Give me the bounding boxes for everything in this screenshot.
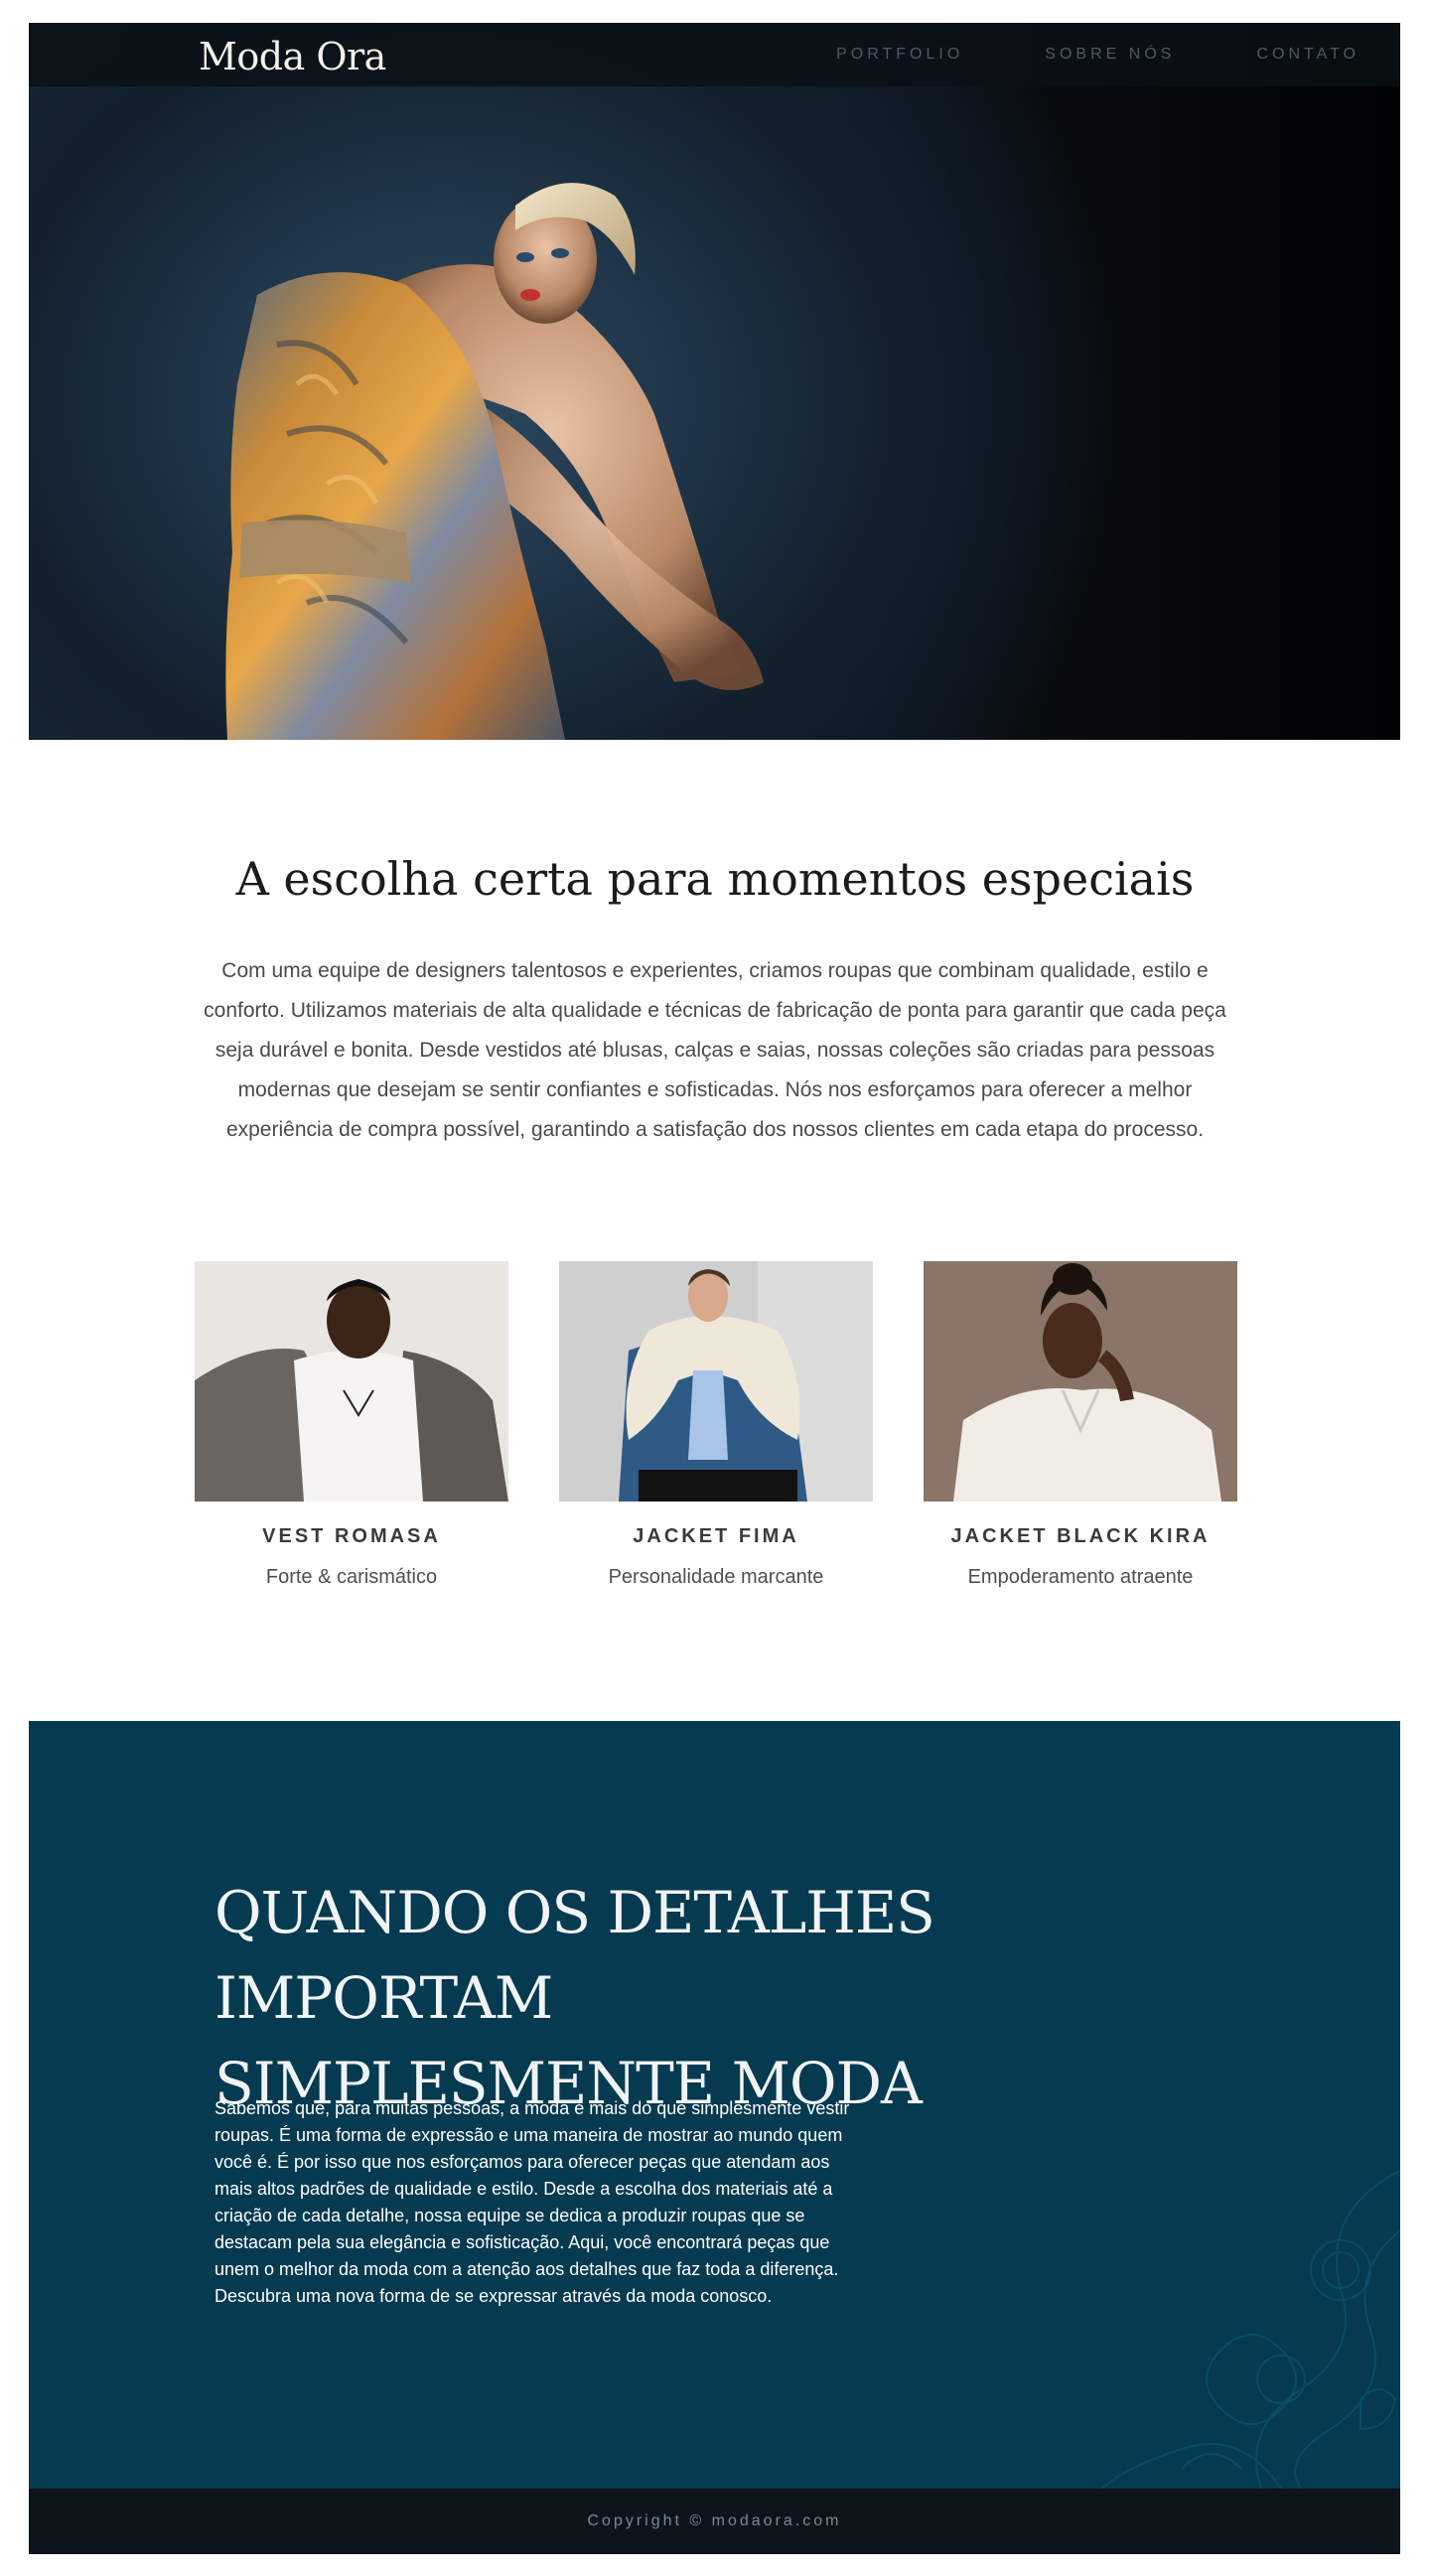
hero-banner: Moda Ora PORTFOLIO SOBRE NÓS CONTATO bbox=[29, 23, 1400, 740]
feature-title-line-1: QUANDO OS DETALHES IMPORTAM bbox=[214, 1879, 935, 2032]
feature-section: QUANDO OS DETALHES IMPORTAM SIMPLESMENTE… bbox=[29, 1721, 1400, 2489]
feature-title: QUANDO OS DETALHES IMPORTAM SIMPLESMENTE… bbox=[214, 1870, 1208, 2126]
footer: Copyright © modaora.com bbox=[29, 2489, 1400, 2554]
product-photo-jacket-black-kira[interactable] bbox=[924, 1261, 1237, 1502]
product-name: VEST ROMASA bbox=[262, 1525, 441, 1547]
hero-model-image bbox=[225, 183, 764, 740]
product-name: JACKET BLACK KIRA bbox=[950, 1525, 1211, 1547]
product-name: JACKET FIMA bbox=[633, 1525, 799, 1547]
nav-item-portfolio[interactable]: PORTFOLIO bbox=[836, 46, 963, 64]
brand-logo[interactable]: Moda Ora bbox=[199, 35, 386, 78]
product-tagline: Empoderamento atraente bbox=[967, 1566, 1194, 1588]
product-card[interactable]: JACKET FIMA Personalidade marcante bbox=[559, 1261, 873, 1589]
product-tagline: Personalidade marcante bbox=[608, 1566, 824, 1588]
footer-copyright: Copyright © modaora.com bbox=[587, 2512, 842, 2529]
nav-item-sobre-nos[interactable]: SOBRE NÓS bbox=[1045, 46, 1175, 64]
feature-body: Sabemos que, para muitas pessoas, a moda… bbox=[214, 2098, 850, 2306]
product-photo-jacket-fima[interactable] bbox=[559, 1261, 873, 1502]
product-card[interactable]: VEST ROMASA Forte & carismático bbox=[195, 1261, 508, 1589]
main-nav: PORTFOLIO SOBRE NÓS CONTATO bbox=[836, 46, 1359, 64]
product-grid: VEST ROMASA Forte & carismático JACKET F… bbox=[195, 1261, 1237, 1589]
intro-body: Com uma equipe de designers talentosos e… bbox=[204, 959, 1226, 1141]
decorative-paisley-pattern bbox=[1101, 2170, 1400, 2489]
top-navigation-bar: Moda Ora PORTFOLIO SOBRE NÓS CONTATO bbox=[29, 23, 1400, 86]
product-card[interactable]: JACKET BLACK KIRA Empoderamento atraente bbox=[924, 1261, 1237, 1589]
product-photo-vest-romasa[interactable] bbox=[195, 1261, 508, 1502]
product-tagline: Forte & carismático bbox=[265, 1566, 438, 1588]
intro-title: A escolha certa para momentos especiais bbox=[235, 852, 1195, 906]
nav-item-contato[interactable]: CONTATO bbox=[1256, 46, 1359, 64]
